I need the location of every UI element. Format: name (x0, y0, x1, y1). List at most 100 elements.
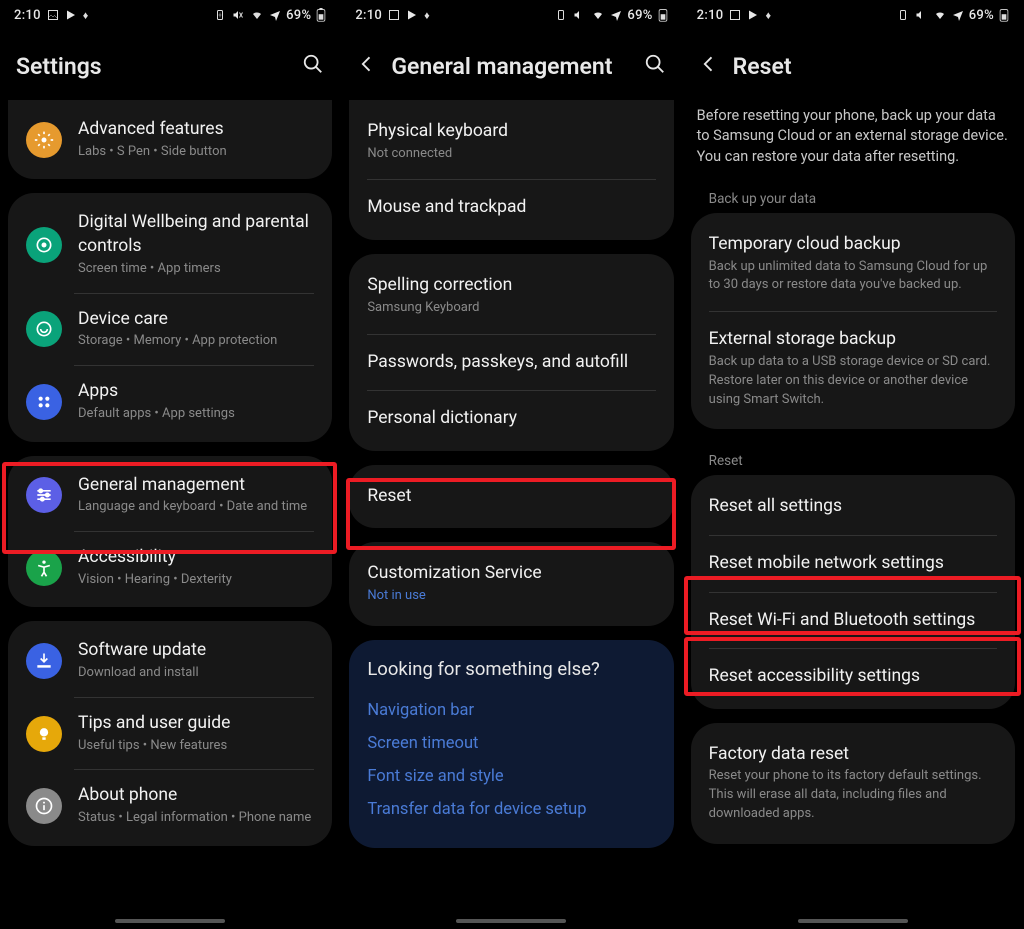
chevron-left-icon (699, 54, 719, 74)
bulb-icon: ♦ (765, 9, 771, 22)
item-reset-accessibility[interactable]: Reset accessibility settings (691, 649, 1015, 705)
gm-card: Customization Service Not in use (349, 542, 673, 625)
apps-icon (26, 384, 62, 420)
item-factory-data-reset[interactable]: Factory data reset Reset your phone to i… (691, 727, 1015, 840)
item-sub: Not in use (367, 587, 655, 606)
play-icon (65, 9, 77, 21)
gallery-icon (729, 9, 741, 21)
info-icon (26, 788, 62, 824)
item-title: Customization Service (367, 562, 655, 586)
phone-reset: 2:10 ♦ 69% Reset Before resetting your p… (683, 0, 1024, 929)
back-button[interactable] (699, 54, 719, 78)
item-temporary-cloud-backup[interactable]: Temporary cloud backup Back up unlimited… (691, 217, 1015, 311)
accessibility-icon (26, 550, 62, 586)
wifi-icon (250, 9, 264, 21)
page-title: Settings (16, 53, 288, 80)
item-sub: Screen time • App timers (78, 260, 314, 279)
item-title: Temporary cloud backup (709, 233, 997, 257)
status-time: 2:10 (355, 8, 382, 23)
gallery-icon (388, 9, 400, 21)
settings-card: Digital Wellbeing and parental controls … (8, 193, 332, 441)
page-title: General management (391, 53, 629, 80)
home-indicator[interactable] (798, 919, 908, 923)
device-care-icon (26, 311, 62, 347)
item-digital-wellbeing[interactable]: Digital Wellbeing and parental controls … (8, 197, 332, 292)
gm-list: Physical keyboard Not connected Mouse an… (341, 100, 681, 882)
item-software-update[interactable]: Software update Download and install (8, 625, 332, 696)
gm-header: General management (341, 30, 681, 102)
item-title: Advanced features (78, 118, 314, 142)
reset-list: Back up your data Temporary cloud backup… (683, 181, 1023, 878)
item-sub: Download and install (78, 664, 314, 683)
item-personal-dictionary[interactable]: Personal dictionary (349, 391, 673, 447)
battery-percent: 69% (286, 8, 311, 23)
item-external-storage-backup[interactable]: External storage backup Back up data to … (691, 312, 1015, 425)
status-bar: 2:10 ♦ 69% (341, 0, 681, 30)
settings-card: Software update Download and install Tip… (8, 621, 332, 845)
link-screen-timeout[interactable]: Screen timeout (367, 727, 655, 760)
item-sub: Useful tips • New features (78, 737, 314, 756)
play-icon (747, 9, 759, 21)
item-physical-keyboard[interactable]: Physical keyboard Not connected (349, 104, 673, 179)
status-bar: 2:10 ♦ 69% (683, 0, 1023, 30)
item-reset-mobile-network[interactable]: Reset mobile network settings (691, 536, 1015, 592)
battery-icon (316, 8, 326, 22)
settings-header: Settings (0, 30, 340, 102)
item-device-care[interactable]: Device care Storage • Memory • App prote… (8, 294, 332, 365)
item-spelling-correction[interactable]: Spelling correction Samsung Keyboard (349, 258, 673, 333)
looking-for-title: Looking for something else? (367, 658, 655, 680)
status-time: 2:10 (697, 8, 724, 23)
item-customization-service[interactable]: Customization Service Not in use (349, 546, 673, 621)
battery-icon (658, 8, 668, 22)
item-title: Reset (367, 485, 655, 509)
item-sub: Labs • S Pen • Side button (78, 143, 314, 162)
download-icon (26, 643, 62, 679)
status-bar: 2:10 ♦ 69% (0, 0, 340, 30)
item-title: Reset mobile network settings (709, 552, 997, 576)
battery-percent: 69% (627, 8, 652, 23)
battery-saver-icon (214, 9, 226, 21)
item-sub: Reset your phone to its factory default … (709, 767, 997, 824)
item-title: Spelling correction (367, 274, 655, 298)
reset-header: Reset (683, 30, 1023, 102)
item-tips[interactable]: Tips and user guide Useful tips • New fe… (8, 698, 332, 769)
sliders-icon (26, 477, 62, 513)
item-title: Physical keyboard (367, 120, 655, 144)
link-font-size[interactable]: Font size and style (367, 760, 655, 793)
gm-card: Physical keyboard Not connected Mouse an… (349, 100, 673, 240)
gm-card: Spelling correction Samsung Keyboard Pas… (349, 254, 673, 451)
search-button[interactable] (644, 53, 666, 79)
item-general-management[interactable]: General management Language and keyboard… (8, 460, 332, 531)
battery-icon (999, 8, 1009, 22)
home-indicator[interactable] (456, 919, 566, 923)
item-title: Device care (78, 308, 314, 332)
item-reset-all-settings[interactable]: Reset all settings (691, 479, 1015, 535)
item-title: Tips and user guide (78, 712, 314, 736)
item-mouse-trackpad[interactable]: Mouse and trackpad (349, 180, 673, 236)
section-reset: Reset (691, 443, 1015, 475)
looking-for-card: Looking for something else? Navigation b… (349, 640, 673, 848)
item-title: Reset all settings (709, 495, 997, 519)
play-icon (406, 9, 418, 21)
item-sub: Samsung Keyboard (367, 299, 655, 318)
home-indicator[interactable] (115, 919, 225, 923)
back-button[interactable] (357, 54, 377, 78)
item-apps[interactable]: Apps Default apps • App settings (8, 366, 332, 437)
reset-card: Temporary cloud backup Back up unlimited… (691, 213, 1015, 429)
search-button[interactable] (302, 53, 324, 79)
link-navigation-bar[interactable]: Navigation bar (367, 694, 655, 727)
gallery-icon (47, 9, 59, 21)
item-reset-wifi-bluetooth[interactable]: Reset Wi-Fi and Bluetooth settings (691, 593, 1015, 649)
item-sub: Default apps • App settings (78, 405, 314, 424)
item-title: Personal dictionary (367, 407, 655, 431)
item-passwords[interactable]: Passwords, passkeys, and autofill (349, 335, 673, 391)
item-accessibility[interactable]: Accessibility Vision • Hearing • Dexteri… (8, 532, 332, 603)
wifi-icon (591, 9, 605, 21)
link-transfer-data[interactable]: Transfer data for device setup (367, 793, 655, 826)
battery-saver-icon (897, 9, 909, 21)
reset-card: Reset all settings Reset mobile network … (691, 475, 1015, 709)
item-reset[interactable]: Reset (349, 469, 673, 525)
item-about-phone[interactable]: About phone Status • Legal information •… (8, 770, 332, 841)
item-sub: Storage • Memory • App protection (78, 332, 314, 351)
item-advanced-features[interactable]: Advanced features Labs • S Pen • Side bu… (8, 104, 332, 175)
